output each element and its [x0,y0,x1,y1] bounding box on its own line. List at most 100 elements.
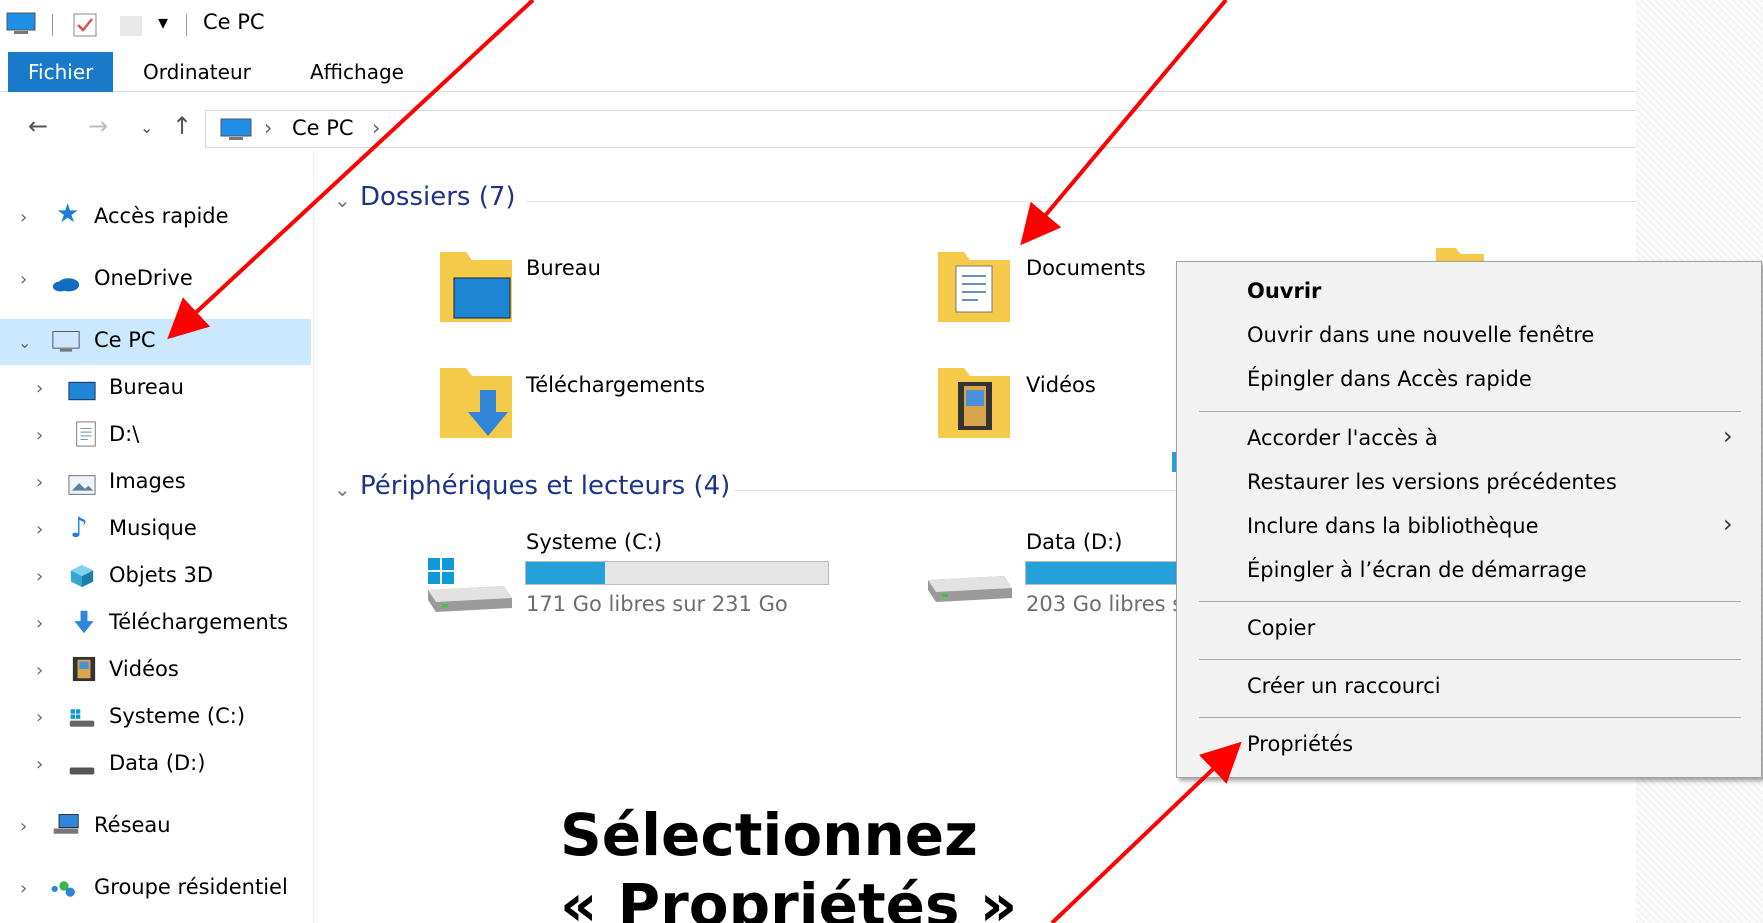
title-bar: ▾ Ce PC [0,0,1636,46]
menu-item-inclure-bibliotheque[interactable]: Inclure dans la bibliothèque [1247,514,1539,538]
computer-icon [52,331,80,352]
menu-item-restaurer-versions[interactable]: Restaurer les versions précédentes [1247,470,1617,494]
sidebar-item-label: Objets 3D [109,563,213,587]
sidebar-item-objets-3d[interactable]: › Objets 3D [0,554,311,600]
drive-label: Systeme (C:) [526,530,663,554]
expand-chevron-icon[interactable]: › [20,816,27,837]
address-bar[interactable]: › Ce PC › [205,110,1636,148]
quick-access-dropdown-icon[interactable]: ▾ [158,10,168,34]
submenu-chevron-icon: › [1723,510,1733,538]
menu-item-accorder-acces[interactable]: Accorder l'accès à [1247,426,1438,450]
sidebar-item-label: OneDrive [94,266,193,290]
folder-label: Documents [1026,256,1146,280]
drive-free-space: 203 Go libres s [1026,592,1184,616]
ribbon-tabs: Fichier Ordinateur Affichage [0,52,1636,92]
sidebar-item-onedrive[interactable]: › OneDrive [0,257,311,303]
sidebar-item-systeme-c[interactable]: › Systeme (C:) [0,695,311,741]
forward-arrow-icon[interactable]: → [88,112,108,140]
drive-usage-fill [1026,562,1176,584]
properties-icon[interactable] [72,12,98,38]
up-arrow-icon[interactable]: ↑ [172,112,192,140]
desktop-icon [68,381,96,401]
windows-drive-icon [69,709,95,727]
expand-chevron-icon[interactable]: › [36,660,43,681]
callout-line-2: « Propriétés » [560,871,1018,923]
section-divider [526,201,1636,202]
annotation-callout: Sélectionnez « Propriétés » [560,800,1080,923]
downloads-folder-icon [440,368,512,438]
download-icon [74,610,94,634]
expand-chevron-icon[interactable]: › [36,566,43,587]
sidebar-item-label: Groupe résidentiel [94,875,288,899]
tab-affichage[interactable]: Affichage [310,52,404,92]
sidebar-item-acces-rapide[interactable]: › ★ Accès rapide [0,195,311,241]
sidebar-item-musique[interactable]: › ♪ Musique [0,507,311,553]
sidebar-item-telechargements[interactable]: › Téléchargements [0,601,311,647]
folder-label: Bureau [526,256,601,280]
callout-line-1: Sélectionnez [560,801,978,869]
sidebar-item-groupe-residentiel[interactable]: › Groupe résidentiel [0,866,311,912]
breadcrumb-ce-pc[interactable]: Ce PC [292,116,354,140]
expand-chevron-icon[interactable]: › [36,707,43,728]
videos-folder-icon [938,368,1010,438]
menu-separator [1199,601,1741,602]
back-arrow-icon[interactable]: ← [28,112,48,140]
submenu-chevron-icon: › [1723,422,1733,450]
computer-icon [6,12,36,34]
menu-item-ouvrir-nouvelle-fenetre[interactable]: Ouvrir dans une nouvelle fenêtre [1247,323,1594,347]
cube-icon [70,564,94,588]
section-header-devices[interactable]: Périphériques et lecteurs (4) [360,471,730,501]
recent-locations-icon[interactable]: ⌄ [140,118,153,137]
folder-label: Téléchargements [526,373,706,397]
cloud-icon [52,278,80,292]
tab-ordinateur[interactable]: Ordinateur [143,52,251,92]
document-icon [76,421,96,447]
expand-chevron-icon[interactable]: › [36,425,43,446]
collapse-chevron-icon[interactable]: ⌄ [18,333,31,352]
sidebar-item-bureau[interactable]: › Bureau [0,366,311,412]
menu-item-proprietes[interactable]: Propriétés [1247,732,1353,756]
new-folder-icon[interactable] [118,12,144,38]
collapse-section-icon[interactable]: ⌄ [334,477,351,501]
drive-icon [69,767,95,775]
computer-icon [220,118,252,140]
expand-chevron-icon[interactable]: › [36,519,43,540]
tab-fichier[interactable]: Fichier [8,52,114,92]
drive-free-space: 171 Go libres sur 231 Go [526,592,788,616]
menu-item-ouvrir[interactable]: Ouvrir [1247,279,1321,303]
menu-separator [1199,411,1741,412]
drive-label: Data (D:) [1026,530,1123,554]
breadcrumb-separator: › [264,116,273,140]
sidebar-item-label: Data (D:) [109,751,206,775]
expand-chevron-icon[interactable]: › [36,378,43,399]
pictures-icon [68,475,96,495]
collapse-section-icon[interactable]: ⌄ [334,188,351,212]
sidebar-item-d-drive[interactable]: › D:\ [0,413,311,459]
sidebar-item-reseau[interactable]: › Réseau [0,804,311,850]
film-icon [72,656,96,682]
menu-item-copier[interactable]: Copier [1247,616,1315,640]
sidebar-item-videos[interactable]: › Vidéos [0,648,311,694]
folder-label: Vidéos [1026,373,1096,397]
menu-item-creer-raccourci[interactable]: Créer un raccourci [1247,674,1441,698]
expand-chevron-icon[interactable]: › [36,472,43,493]
expand-chevron-icon[interactable]: › [20,207,27,228]
section-divider [734,490,1176,491]
sidebar-item-images[interactable]: › Images [0,460,311,506]
window-title: Ce PC [203,10,265,34]
expand-chevron-icon[interactable]: › [36,754,43,775]
expand-chevron-icon[interactable]: › [20,269,27,290]
sidebar-item-data-d[interactable]: › Data (D:) [0,742,311,788]
section-header-folders[interactable]: Dossiers (7) [360,182,516,212]
sidebar-item-ce-pc[interactable]: ⌄ Ce PC [0,319,311,365]
documents-folder-icon [938,252,1010,322]
expand-chevron-icon[interactable]: › [20,878,27,899]
menu-item-epingler-ecran-demarrage[interactable]: Épingler à l’écran de démarrage [1247,558,1587,582]
menu-item-epingler-acces-rapide[interactable]: Épingler dans Accès rapide [1247,367,1532,391]
expand-chevron-icon[interactable]: › [36,613,43,634]
sidebar-item-label: D:\ [109,422,140,446]
folder-icon[interactable] [1436,246,1484,262]
desktop-folder-icon [440,252,512,322]
sidebar-item-label: Bureau [109,375,184,399]
breadcrumb-separator[interactable]: › [372,116,380,140]
